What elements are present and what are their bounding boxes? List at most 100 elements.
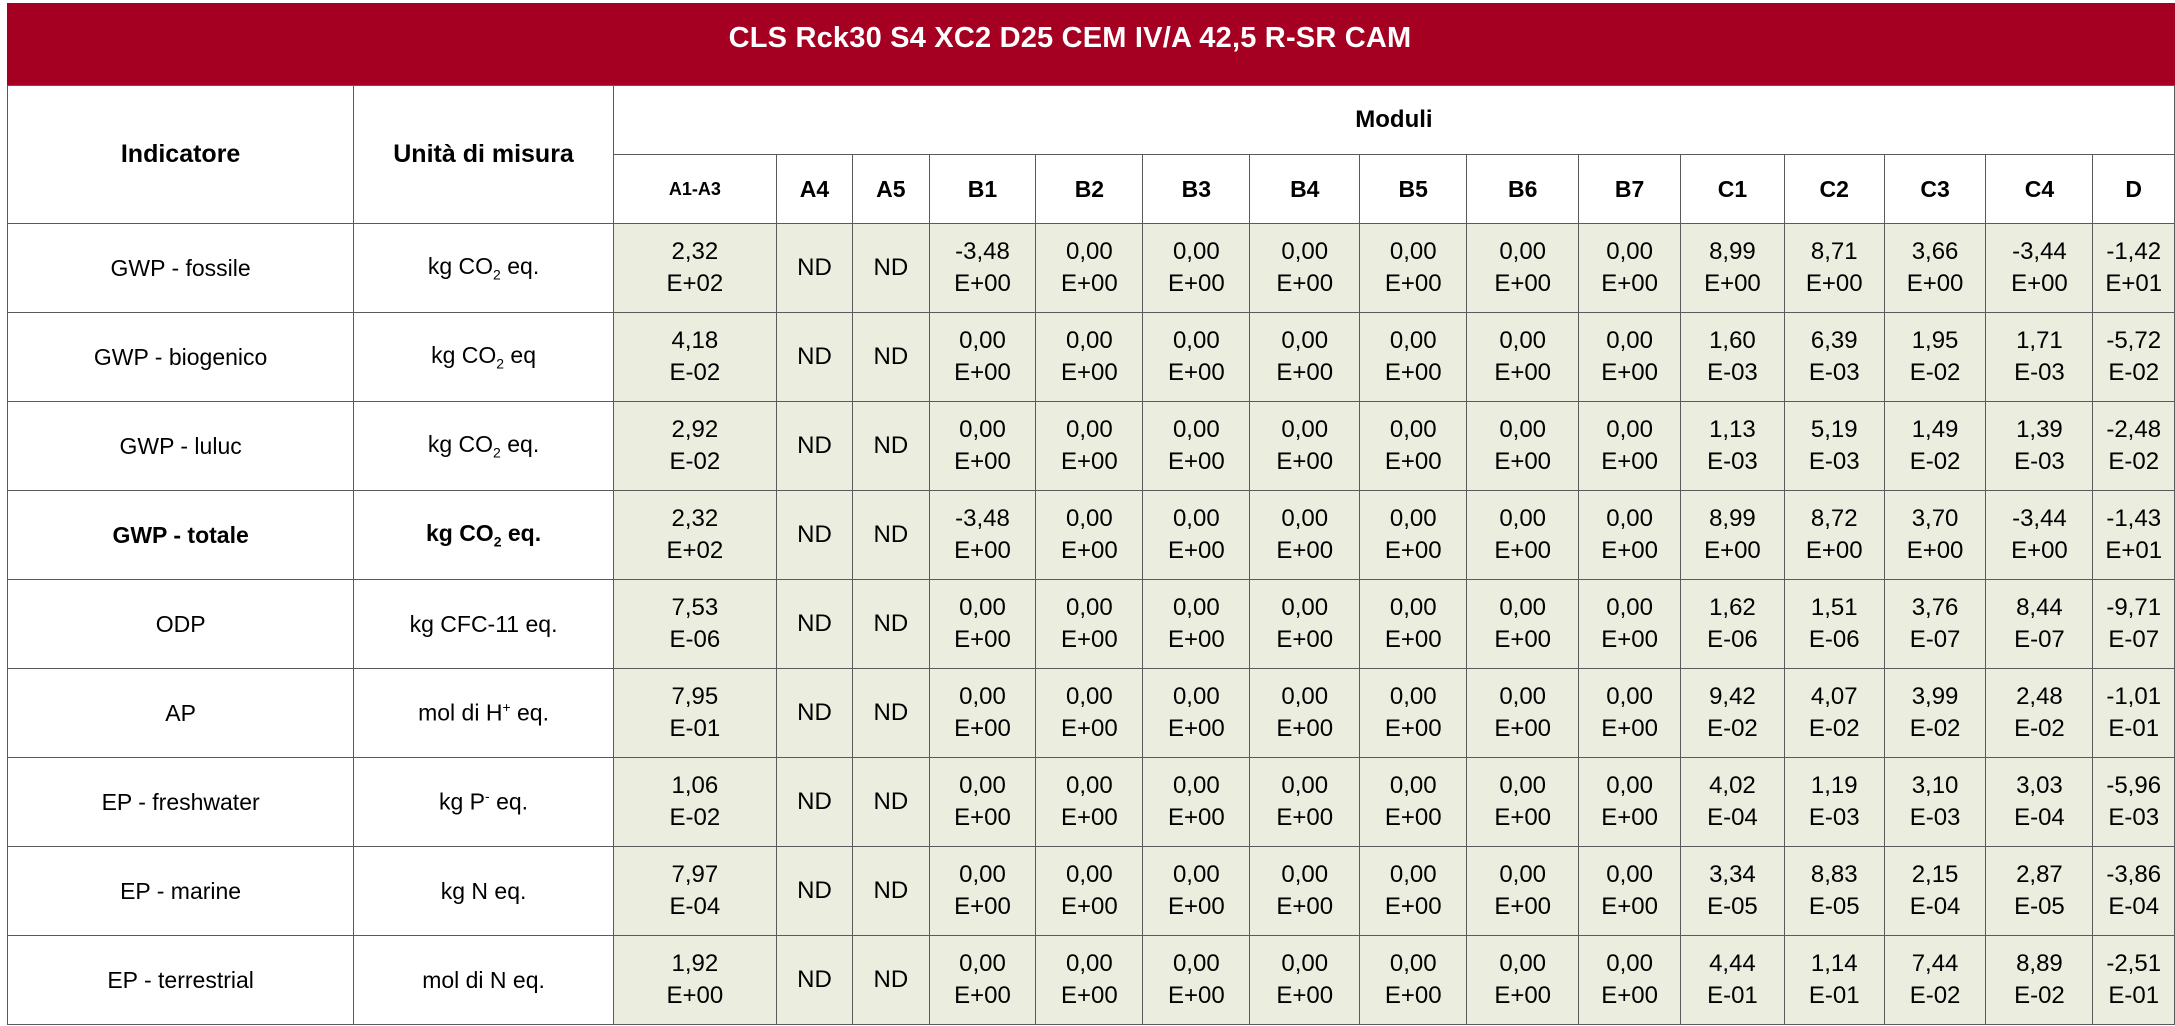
value-mantissa: 0,00 [1066, 861, 1113, 888]
value-mantissa: 0,00 [1389, 950, 1437, 977]
value-mantissa: 0,00 [1499, 594, 1547, 621]
value-mantissa: 2,87 [2016, 861, 2063, 888]
value-mantissa: ND [797, 432, 832, 459]
value-mantissa: -3,86 [2106, 861, 2162, 888]
title-bar: CLS Rck30 S4 XC2 D25 CEM IV/A 42,5 R-SR … [7, 3, 2175, 85]
value-exponent: E+00 [954, 359, 1011, 386]
value-mantissa: -1,43 [2106, 505, 2162, 532]
table-row: GWP - biogenico kg CO2 eq 4,18 E-02 ND ND 0,00… [6, 312, 2175, 402]
value-exponent: E-06 [1808, 626, 1860, 653]
value-exponent: E+00 [1494, 448, 1552, 475]
value-cell-a4: ND [775, 846, 854, 936]
value-mantissa: -5,96 [2106, 772, 2162, 799]
unit-text: kg CO [427, 431, 494, 458]
value-exponent: E+00 [1276, 715, 1334, 742]
value-mantissa: 0,00 [1172, 505, 1220, 532]
unit-superscript: + [502, 699, 511, 716]
value-exponent: E+00 [1167, 537, 1225, 564]
value-mantissa: 0,00 [959, 683, 1006, 710]
indicator-cell: AP [6, 668, 355, 758]
value-exponent: E-02 [2014, 715, 2065, 742]
value-exponent: E-02 [669, 448, 721, 475]
value-cell-b7: 0,00 E+00 [1578, 401, 1681, 491]
value-mantissa: 4,02 [1709, 772, 1756, 799]
value-cell-d: -5,72 E-02 [2092, 312, 2175, 402]
value-mantissa: 4,44 [1709, 950, 1756, 977]
value-mantissa: 9,42 [1709, 683, 1756, 710]
value-exponent: E+00 [954, 270, 1011, 297]
value-exponent: E-03 [2014, 448, 2065, 475]
value-cell-d: -3,86 E-04 [2092, 846, 2175, 936]
value-exponent: E+00 [1276, 537, 1334, 564]
value-exponent: E+00 [1384, 270, 1442, 297]
value-mantissa: 0,00 [1066, 238, 1113, 265]
value-cell-b2: 0,00 E+00 [1035, 935, 1144, 1025]
value-exponent: E+00 [1061, 626, 1118, 653]
value-mantissa: -3,48 [955, 505, 1010, 532]
value-cell-c3: 1,49 E-02 [1883, 401, 1987, 491]
value-cell-a4: ND [775, 935, 854, 1025]
value-exponent: E-01 [669, 715, 721, 742]
value-mantissa: ND [797, 966, 832, 993]
value-cell-a1-a3: 2,32 E+02 [612, 223, 777, 313]
value-cell-b2: 0,00 E+00 [1035, 490, 1144, 580]
value-cell-c3: 3,66 E+00 [1883, 223, 1987, 313]
value-mantissa: 8,72 [1810, 505, 1858, 532]
value-cell-b3: 0,00 E+00 [1142, 401, 1251, 491]
value-mantissa: ND [873, 610, 909, 637]
value-mantissa: 0,00 [1389, 594, 1437, 621]
table-row: GWP - totale kg CO2 eq. 2,32 E+02 ND ND -3,48 E… [6, 490, 2175, 580]
value-cell-d: -1,42 E+01 [2092, 223, 2175, 313]
value-exponent: E-05 [1707, 893, 1758, 920]
value-mantissa: -2,48 [2106, 416, 2162, 443]
value-exponent: E+00 [1167, 982, 1225, 1009]
value-mantissa: 8,89 [2016, 950, 2063, 977]
value-cell-c1: 4,02 E-04 [1680, 757, 1785, 847]
value-exponent: E+00 [1494, 626, 1552, 653]
value-exponent: E+00 [1061, 982, 1118, 1009]
value-mantissa: ND [873, 788, 909, 815]
value-exponent: E+00 [1601, 270, 1658, 297]
value-cell-c2: 4,07 E-02 [1783, 668, 1885, 758]
value-cell-a1-a3: 7,53 E-06 [612, 579, 777, 669]
value-mantissa: 0,00 [1172, 950, 1220, 977]
value-cell-c2: 1,19 E-03 [1783, 757, 1885, 847]
value-mantissa: 8,99 [1709, 505, 1756, 532]
value-cell-c4: 8,89 E-02 [1985, 935, 2094, 1025]
value-exponent: E-02 [2014, 982, 2065, 1009]
header-unit: Unità di misura [353, 85, 614, 224]
value-cell-c3: 1,95 E-02 [1883, 312, 1987, 402]
value-mantissa: 0,00 [1172, 327, 1220, 354]
value-cell-a5: ND [852, 490, 930, 580]
value-cell-b3: 0,00 E+00 [1142, 668, 1251, 758]
unit-text: kg CO [431, 342, 497, 369]
value-exponent: E-07 [2014, 626, 2065, 653]
value-mantissa: -3,48 [955, 238, 1010, 265]
value-mantissa: 1,71 [2016, 327, 2063, 354]
value-cell-a5: ND [852, 312, 930, 402]
value-cell-a4: ND [775, 223, 854, 313]
value-cell-d: -5,96 E-03 [2092, 757, 2175, 847]
value-mantissa: ND [797, 521, 832, 548]
value-exponent: E-02 [1909, 448, 1961, 475]
value-cell-b7: 0,00 E+00 [1578, 668, 1681, 758]
value-mantissa: 0,00 [1606, 950, 1653, 977]
value-mantissa: 0,00 [959, 416, 1006, 443]
value-mantissa: ND [873, 877, 909, 904]
value-cell-a5: ND [852, 757, 930, 847]
value-exponent: E+01 [2105, 270, 2163, 297]
value-mantissa: 3,70 [1911, 505, 1959, 532]
value-mantissa: ND [873, 521, 909, 548]
value-exponent: E+00 [1601, 626, 1658, 653]
value-cell-b3: 0,00 E+00 [1142, 846, 1251, 936]
value-cell-b4: 0,00 E+00 [1249, 846, 1361, 936]
indicator-cell: EP - terrestrial [6, 935, 355, 1025]
header-indicator: Indicatore [6, 85, 355, 224]
value-mantissa: 1,13 [1709, 416, 1756, 443]
value-cell-a4: ND [775, 668, 854, 758]
value-exponent: E+00 [1494, 715, 1552, 742]
value-cell-b5: 0,00 E+00 [1359, 401, 1468, 491]
header-module-a1-a3: A1-A3 [612, 154, 777, 224]
value-cell-b6: 0,00 E+00 [1466, 401, 1580, 491]
value-exponent: E+00 [954, 537, 1011, 564]
